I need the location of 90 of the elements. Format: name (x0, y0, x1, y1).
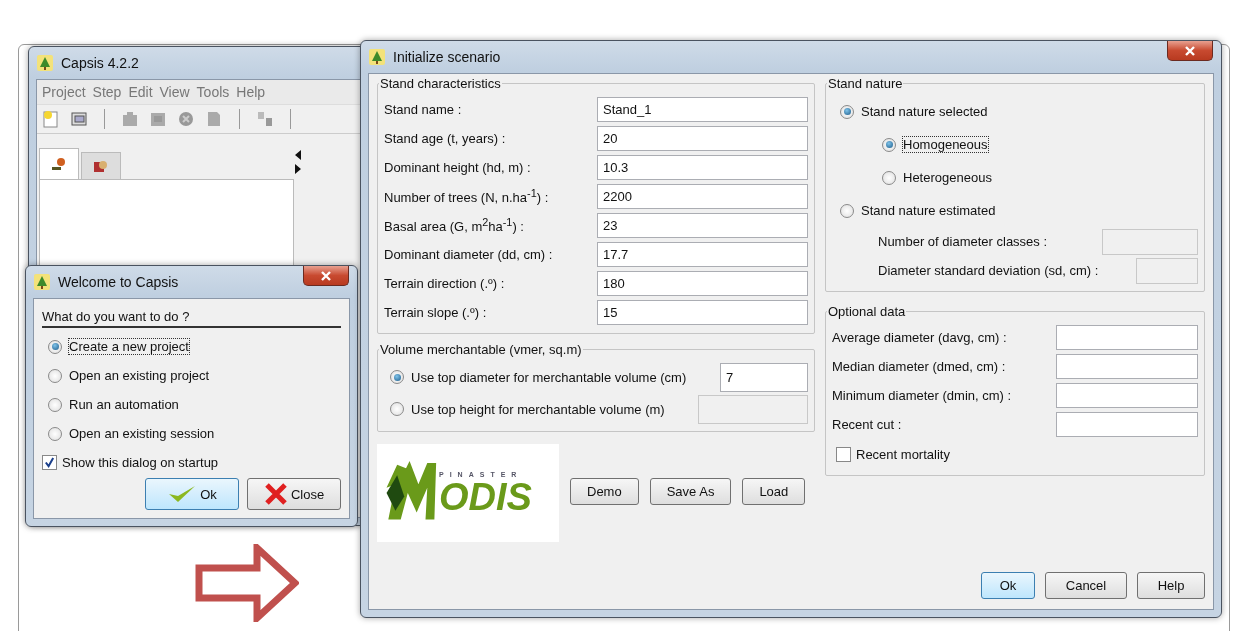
stop-icon[interactable] (177, 110, 195, 128)
action-button[interactable]: Demo (570, 478, 639, 505)
menu-item[interactable]: Edit (128, 84, 153, 100)
window-title: Capsis 4.2.2 (61, 55, 139, 71)
chart-icon (51, 156, 67, 172)
radio-button[interactable] (48, 397, 62, 412)
checkbox[interactable] (836, 446, 851, 462)
group-title: Stand characteristics (379, 76, 502, 91)
text-field[interactable]: 20 (597, 126, 808, 151)
new-file-icon[interactable] (42, 110, 60, 128)
field-label: Median diameter (dmed, cm) : (832, 359, 1006, 374)
radio-option[interactable]: Stand nature estimated (832, 194, 1198, 227)
radio-button[interactable] (882, 137, 896, 152)
radio-button[interactable] (840, 203, 854, 218)
screen-icon[interactable] (149, 110, 167, 128)
text-field[interactable]: 10.3 (597, 155, 808, 180)
open-icon[interactable] (70, 110, 88, 128)
group-title: Optional data (827, 304, 907, 319)
close-icon (320, 270, 332, 281)
checkbox-option[interactable]: Recent mortality (832, 439, 1198, 469)
dialog-title: Welcome to Capsis (58, 274, 179, 290)
radio-option[interactable]: Heterogeneous (832, 161, 1198, 194)
checkbox-option[interactable]: Show this dialog on startup (42, 448, 341, 476)
dialog-button[interactable]: Ok (981, 572, 1035, 599)
radio-button[interactable] (882, 170, 896, 185)
field-label: Diameter standard deviation (sd, cm) : (878, 263, 1099, 278)
checkbox[interactable] (42, 454, 57, 470)
text-field[interactable] (1056, 383, 1198, 408)
text-field[interactable] (1056, 325, 1198, 350)
ok-button[interactable]: Ok (145, 478, 239, 510)
radio-button[interactable] (390, 370, 404, 384)
text-field[interactable]: 17.7 (597, 242, 808, 267)
group-title: Stand nature (827, 76, 904, 91)
close-button[interactable] (303, 266, 349, 286)
field-label: Terrain slope (.º) : (384, 305, 487, 320)
dialog-button[interactable]: Cancel (1045, 572, 1127, 599)
close-button[interactable]: Close (247, 478, 341, 510)
dialog-button[interactable]: Help (1137, 572, 1205, 599)
radio-button[interactable] (48, 426, 62, 441)
tree-icon (37, 55, 53, 71)
radio-option[interactable]: Run an automation (42, 390, 341, 419)
right-arrow-icon (195, 544, 299, 622)
text-field[interactable]: 23 (597, 213, 808, 238)
field-label: Recent cut : (832, 417, 902, 432)
close-button[interactable] (1167, 41, 1213, 61)
text-field[interactable]: Stand_1 (597, 97, 808, 122)
action-button[interactable]: Save As (649, 478, 732, 505)
menu-item[interactable]: Help (236, 84, 266, 100)
text-field[interactable] (1056, 412, 1198, 437)
prompt-heading: What do you want to do ? (42, 309, 341, 328)
text-field[interactable]: 15 (597, 300, 808, 325)
radio-button[interactable] (840, 104, 854, 119)
field-label: Average diameter (davg, cm) : (832, 330, 1007, 345)
close-icon (1184, 45, 1196, 56)
field-label: Dominant height (hd, m) : (384, 160, 531, 175)
menu-item[interactable]: Step (92, 84, 122, 100)
radio-option[interactable]: Create a new project (42, 332, 341, 361)
field-label: Minimum diameter (dmin, cm) : (832, 388, 1012, 403)
tree-icon (34, 274, 50, 290)
field-label: Number of diameter classes : (878, 234, 1048, 249)
tab[interactable] (39, 148, 79, 179)
menu-item[interactable]: Project (42, 84, 86, 100)
briefcase-icon[interactable] (121, 110, 139, 128)
text-field[interactable]: 180 (597, 271, 808, 296)
text-field[interactable] (1056, 354, 1198, 379)
action-button[interactable]: Load (742, 478, 806, 505)
radio-option[interactable]: Homogeneous (832, 128, 1198, 161)
radio-option[interactable]: Stand nature selected (832, 95, 1198, 128)
field-label: Number of trees (N, n.ha$^{-1}$) : (384, 187, 549, 206)
field-label: Dominant diameter (dd, cm) : (384, 247, 553, 262)
text-field[interactable]: 7 (720, 362, 808, 392)
field-label: Basal area (G, m$^{2}$ha$^{-1}$) : (384, 216, 524, 235)
dialog-title: Initialize scenario (393, 49, 501, 65)
group-title: Volume merchantable (vmer, sq.m) (379, 342, 583, 357)
tree-icon (369, 49, 385, 65)
text-field[interactable]: 2200 (597, 184, 808, 209)
radio-option[interactable]: Open an existing project (42, 361, 341, 390)
document-icon[interactable] (205, 110, 223, 128)
radio-option[interactable]: Open an existing session (42, 419, 341, 448)
radio-button[interactable] (48, 339, 62, 354)
tab[interactable] (81, 152, 121, 179)
field-label: Stand age (t, years) : (384, 131, 506, 146)
field-label: Terrain direction (.º) : (384, 276, 505, 291)
logo-wordmark: ODIS (439, 477, 532, 516)
radio-button[interactable] (48, 368, 62, 383)
menu-item[interactable]: Tools (196, 84, 230, 100)
field-label: Stand name : (384, 102, 462, 117)
menu-item[interactable]: View (159, 84, 190, 100)
radio-option[interactable]: Use top diameter for merchantable volume (cm) (384, 362, 687, 392)
close-icon (263, 483, 288, 505)
